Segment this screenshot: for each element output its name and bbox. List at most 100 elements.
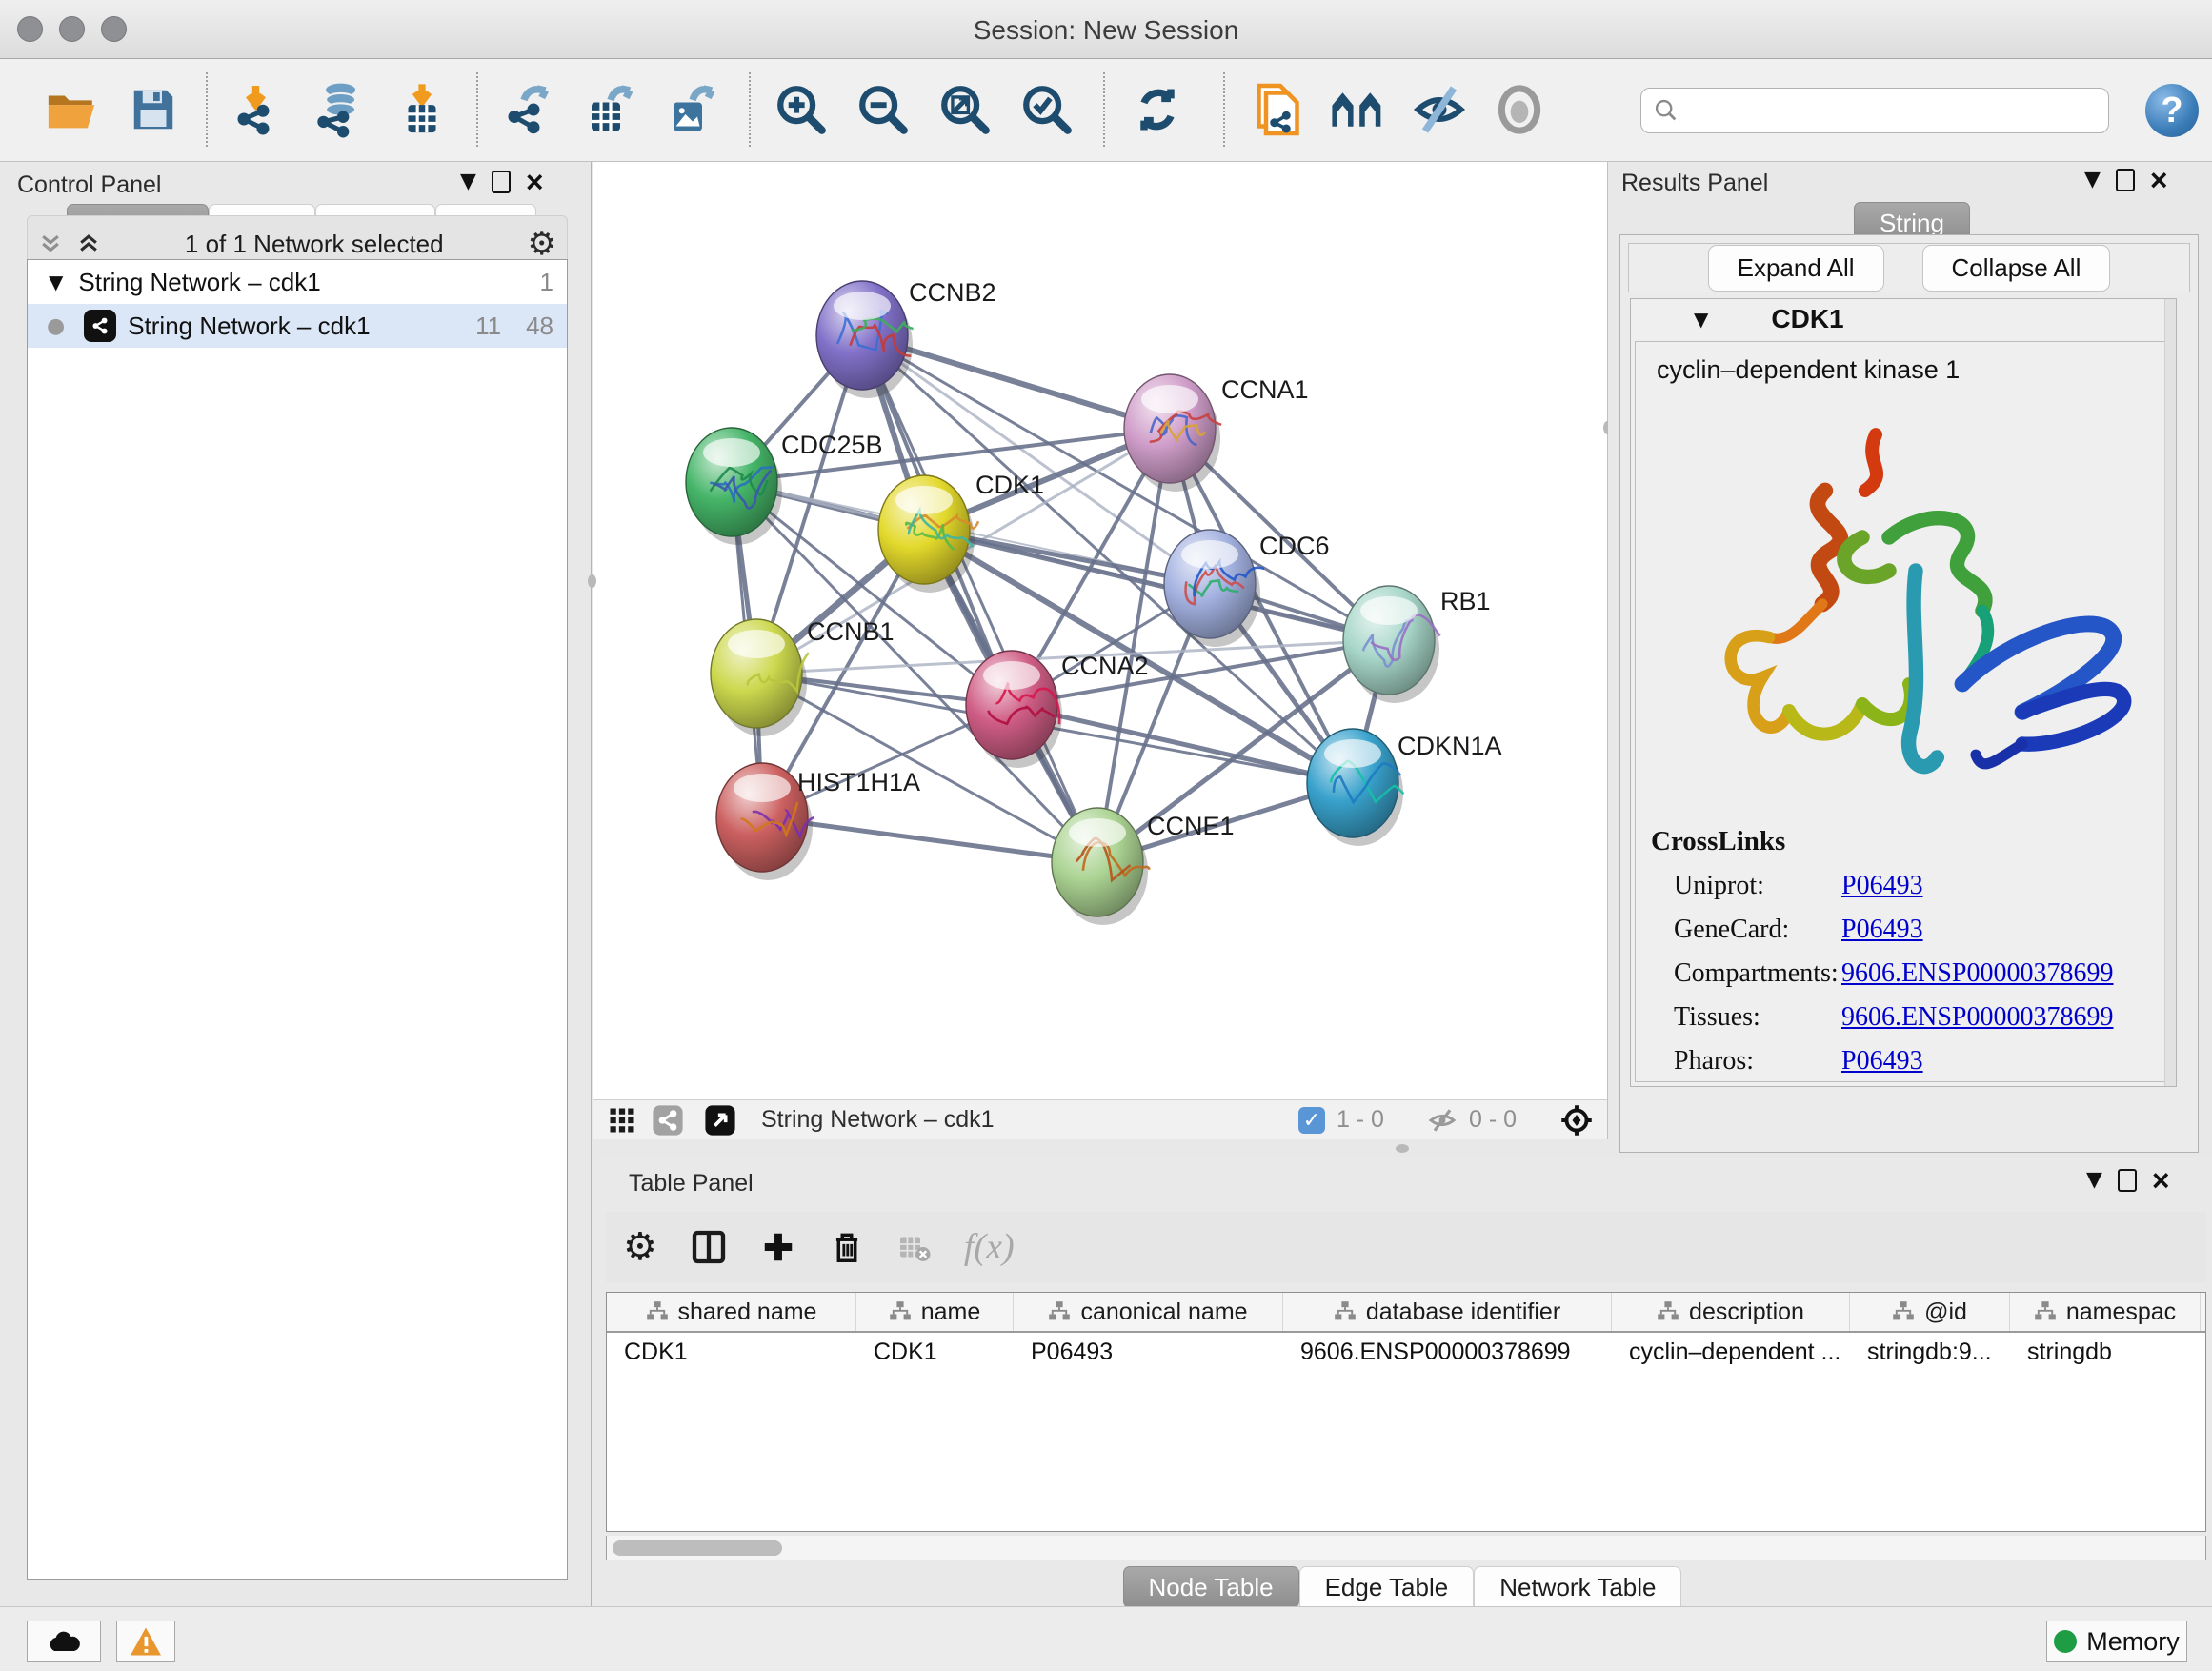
- zoom-in-button[interactable]: [770, 78, 833, 141]
- panel-menu-icon[interactable]: ▼: [2086, 1168, 2102, 1192]
- add-column-icon[interactable]: [760, 1229, 796, 1265]
- string-document-button[interactable]: [1244, 78, 1307, 141]
- table-cell[interactable]: P06493: [1014, 1333, 1283, 1371]
- float-panel-icon[interactable]: [2116, 169, 2135, 191]
- pharos-link[interactable]: P06493: [1841, 1046, 1923, 1077]
- export-network-button[interactable]: [497, 78, 560, 141]
- gear-icon[interactable]: ⚙: [528, 225, 556, 263]
- graph-node[interactable]: [878, 475, 978, 593]
- table-cell[interactable]: stringdb: [2010, 1333, 2201, 1371]
- refresh-icon: [1131, 83, 1184, 136]
- expand-all-icon[interactable]: [76, 232, 101, 256]
- genecard-link[interactable]: P06493: [1841, 915, 1923, 945]
- horizontal-splitter-handle[interactable]: [1396, 1144, 1409, 1153]
- column-header[interactable]: @id: [1850, 1293, 2010, 1331]
- open-session-button[interactable]: [40, 78, 103, 141]
- graph-edge[interactable]: [1012, 705, 1353, 783]
- network-canvas[interactable]: CCNB2CCNA1CDC25BCDK1CDC6RB1CCNB1CCNA2CDK…: [593, 162, 1608, 1139]
- collapse-all-button[interactable]: Collapse All: [1922, 245, 2111, 292]
- graph-node[interactable]: [1164, 530, 1264, 647]
- search-input[interactable]: [1640, 88, 2109, 133]
- vertical-splitter-handle[interactable]: [588, 574, 596, 588]
- panel-menu-icon[interactable]: ▼: [2084, 168, 2101, 191]
- graph-node[interactable]: [816, 281, 914, 398]
- float-panel-icon[interactable]: [2118, 1169, 2137, 1192]
- memory-button[interactable]: Memory: [2046, 1621, 2187, 1662]
- tissues-link[interactable]: 9606.ENSP00000378699: [1841, 1002, 2113, 1033]
- main-toolbar: ?: [0, 59, 2212, 162]
- table-horizontal-scrollbar[interactable]: [606, 1536, 2206, 1560]
- table-settings-gear-icon[interactable]: ⚙: [623, 1225, 657, 1269]
- warnings-button[interactable]: [116, 1621, 175, 1662]
- column-header[interactable]: name: [856, 1293, 1014, 1331]
- table-cell[interactable]: CDK1: [607, 1333, 856, 1371]
- cloud-icon: [45, 1627, 83, 1656]
- column-header[interactable]: database identifier: [1283, 1293, 1612, 1331]
- grid-view-icon[interactable]: [608, 1106, 636, 1135]
- entry-collapse-icon[interactable]: ▼: [1694, 308, 1708, 331]
- table-cell[interactable]: 9606.ENSP00000378699: [1283, 1333, 1612, 1371]
- table-cell[interactable]: cyclin–dependent ...: [1612, 1333, 1850, 1371]
- cloud-button[interactable]: [27, 1621, 101, 1662]
- panel-menu-icon[interactable]: ▼: [460, 170, 476, 193]
- column-header[interactable]: shared name: [607, 1293, 856, 1331]
- graph-node[interactable]: [686, 428, 782, 545]
- hide-display-button[interactable]: [1408, 78, 1471, 141]
- share-view-icon[interactable]: [652, 1104, 684, 1137]
- graph-node-label: CDC6: [1259, 532, 1330, 560]
- selected-checkbox-icon[interactable]: ✓: [1298, 1107, 1325, 1134]
- network-graph[interactable]: CCNB2CCNA1CDC25BCDK1CDC6RB1CCNB1CCNA2CDK…: [593, 162, 1608, 1099]
- collapse-all-icon[interactable]: [38, 232, 63, 256]
- help-button[interactable]: ?: [2145, 84, 2199, 137]
- graph-node[interactable]: [711, 619, 809, 736]
- zoom-out-icon: [855, 82, 911, 137]
- import-table-button[interactable]: [391, 78, 453, 141]
- delete-column-trash-icon[interactable]: [829, 1229, 865, 1265]
- tab-network-table[interactable]: Network Table: [1474, 1566, 1681, 1608]
- column-header[interactable]: description: [1612, 1293, 1850, 1331]
- find-protein-homes-button[interactable]: [1326, 78, 1389, 141]
- graph-node[interactable]: [966, 651, 1062, 768]
- tab-edge-table[interactable]: Edge Table: [1299, 1566, 1475, 1608]
- network-row[interactable]: ● String Network – cdk1 11 48: [28, 304, 567, 348]
- export-image-button[interactable]: [661, 78, 724, 141]
- hidden-eye-icon[interactable]: [1427, 1105, 1458, 1136]
- graph-node[interactable]: [1052, 808, 1150, 925]
- tab-node-table[interactable]: Node Table: [1123, 1566, 1299, 1608]
- compartments-link[interactable]: 9606.ENSP00000378699: [1841, 958, 2113, 989]
- entry-header[interactable]: ▼ CDK1: [1631, 299, 2176, 339]
- table-cell[interactable]: CDK1: [856, 1333, 1014, 1371]
- view-network-name: String Network – cdk1: [761, 1106, 995, 1134]
- zoom-out-button[interactable]: [852, 78, 915, 141]
- close-panel-icon[interactable]: ×: [526, 171, 544, 192]
- close-panel-icon[interactable]: ×: [2152, 1170, 2170, 1191]
- save-session-button[interactable]: [122, 78, 185, 141]
- scrollbar-thumb[interactable]: [613, 1540, 782, 1556]
- column-header[interactable]: canonical name: [1014, 1293, 1283, 1331]
- table-row[interactable]: CDK1CDK1P064939606.ENSP00000378699cyclin…: [607, 1333, 2205, 1371]
- import-network-database-button[interactable]: [307, 78, 370, 141]
- birdseye-button[interactable]: [1488, 78, 1551, 141]
- column-visibility-icon[interactable]: [690, 1228, 728, 1266]
- graph-node[interactable]: [1343, 586, 1440, 703]
- results-scrollbar[interactable]: [2164, 299, 2176, 1086]
- refresh-view-button[interactable]: [1126, 78, 1189, 141]
- graph-node[interactable]: [1307, 729, 1403, 846]
- uniprot-link[interactable]: P06493: [1841, 871, 1923, 901]
- export-table-button[interactable]: [579, 78, 642, 141]
- toolbar-separator: [476, 72, 478, 147]
- float-panel-icon[interactable]: [492, 171, 511, 193]
- zoom-selected-button[interactable]: [1016, 78, 1078, 141]
- expand-all-button[interactable]: Expand All: [1708, 245, 1884, 292]
- import-network-file-button[interactable]: [227, 78, 290, 141]
- network-collection-row[interactable]: ▼ String Network – cdk1 1: [28, 260, 567, 304]
- detach-view-icon[interactable]: [704, 1104, 736, 1137]
- column-header[interactable]: namespac: [2010, 1293, 2201, 1331]
- graph-node[interactable]: [1124, 374, 1221, 492]
- close-panel-icon[interactable]: ×: [2150, 170, 2168, 191]
- table-cell[interactable]: stringdb:9...: [1850, 1333, 2010, 1371]
- birdseye-toggle-icon[interactable]: [1559, 1103, 1594, 1137]
- search-icon: [1653, 97, 1679, 124]
- collection-expander-icon[interactable]: ▼: [49, 271, 63, 293]
- zoom-fit-button[interactable]: [934, 78, 996, 141]
